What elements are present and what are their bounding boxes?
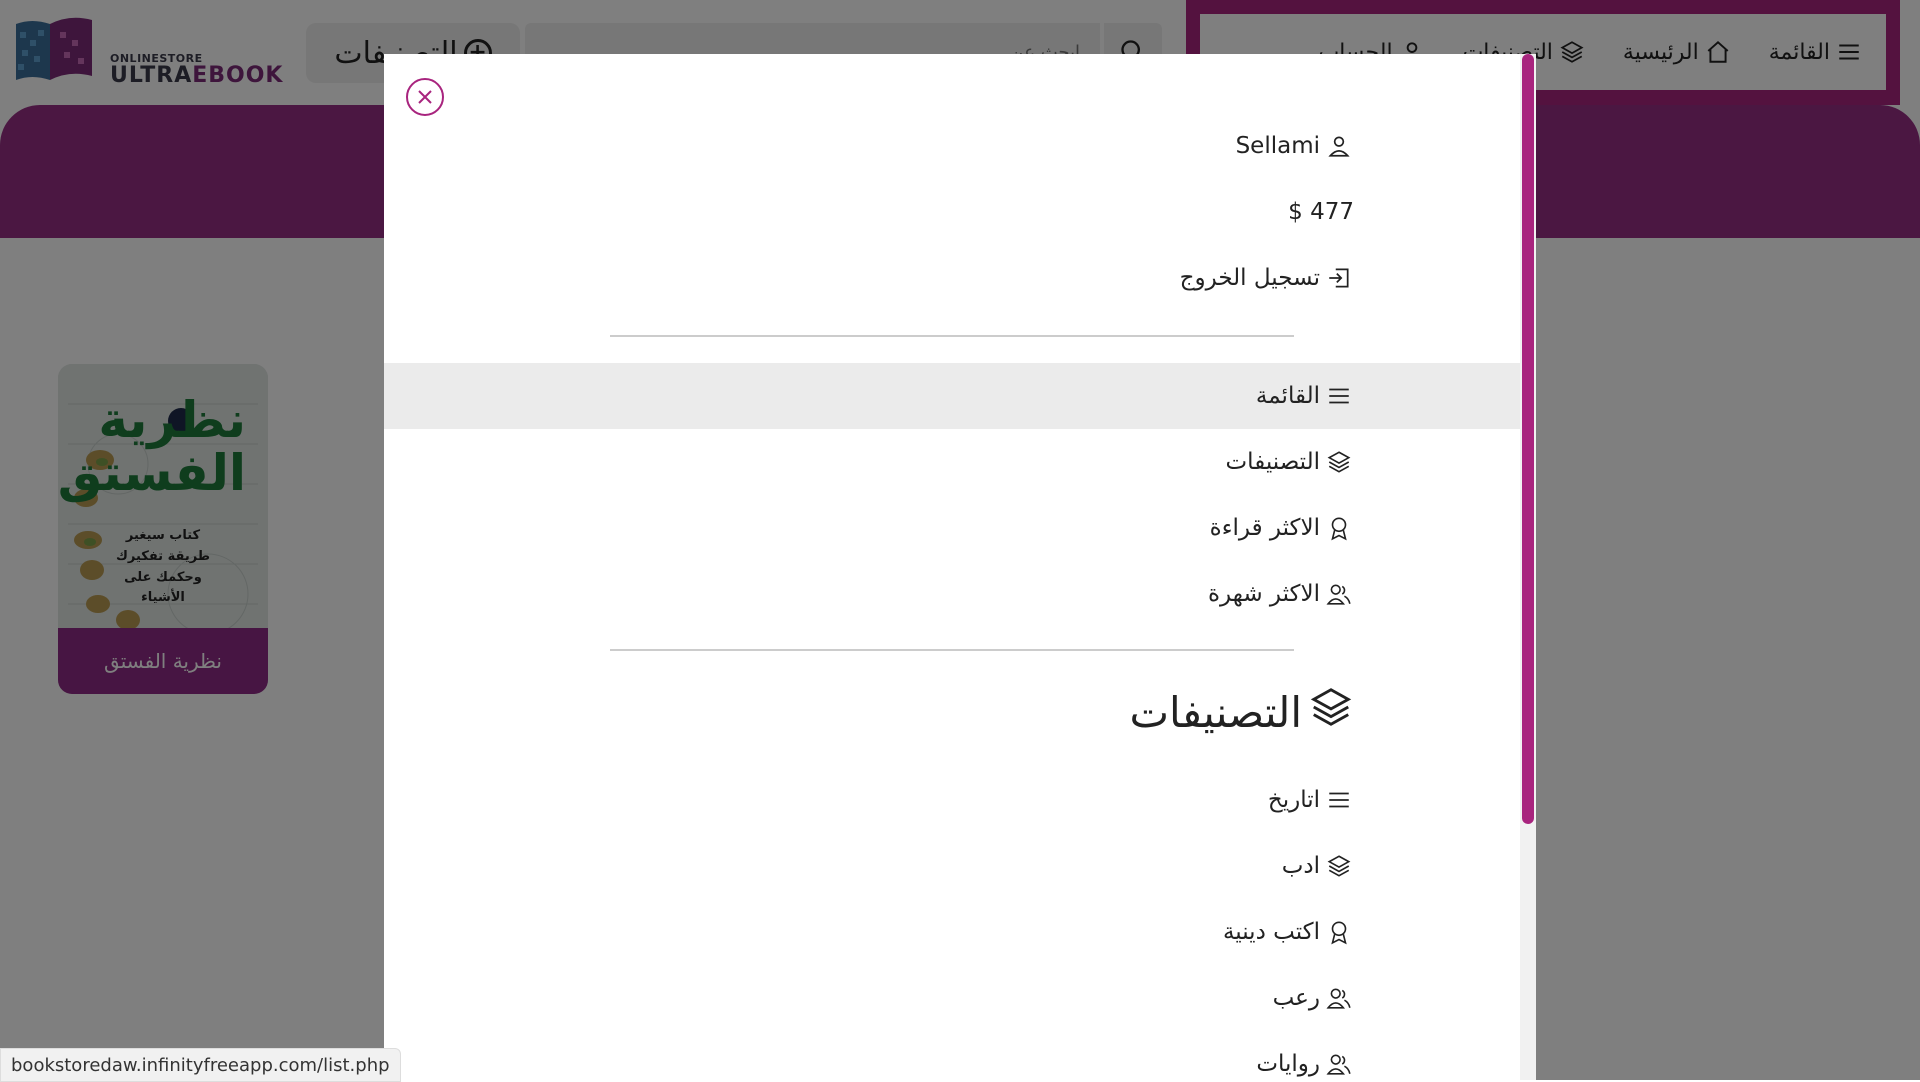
category-item[interactable]: روايات [1256,1044,1354,1080]
page: ONLINESTORE ULTRAEBOOK + التصنيفات القائ… [0,0,1920,1082]
category-label: رعب [1272,985,1320,1011]
category-item[interactable]: اتاريخ [1268,780,1354,820]
status-bar-url: bookstoredaw.infinityfreeapp.com/list.ph… [0,1048,401,1082]
award-icon [1324,917,1354,947]
category-item[interactable]: ادب [1282,846,1354,886]
award-icon [1324,513,1354,543]
user-name-row[interactable]: Sellami [1236,126,1354,166]
menu-link-label: القائمة [1255,383,1320,409]
category-label: اكتب دينية [1222,919,1320,945]
users-icon [1324,1049,1354,1079]
menu-link-categories[interactable]: التصنيفات [1226,442,1354,482]
category-label: روايات [1256,1051,1320,1077]
menu-link-most-read[interactable]: الاكثر قراءة [1210,508,1354,548]
menu-link-label: الاكثر شهرة [1207,581,1320,607]
menu-link-label: الاكثر قراءة [1209,515,1320,541]
categories-section-title: التصنيفات [1130,684,1355,740]
section-title-label: التصنيفات [1129,687,1303,737]
category-label: ادب [1281,853,1320,879]
users-icon [1324,983,1354,1013]
menu-link-list[interactable]: القائمة [1256,376,1354,416]
logout-link[interactable]: تسجيل الخروج [1180,258,1354,298]
logout-icon [1324,263,1354,293]
close-icon [418,90,432,104]
menu-link-label: التصنيفات [1225,449,1320,475]
user-icon [1324,131,1354,161]
category-item[interactable]: رعب [1273,978,1354,1018]
modal-scrollbar-thumb[interactable] [1522,54,1534,824]
menu-icon [1324,381,1354,411]
layers-icon [1324,851,1354,881]
users-icon [1324,579,1354,609]
category-item[interactable]: اكتب دينية [1223,912,1354,952]
category-label: اتاريخ [1267,787,1320,813]
user-name: Sellami [1235,133,1320,159]
close-button[interactable] [406,78,444,116]
user-balance: 477 $ [1288,199,1354,225]
balance-row: 477 $ [1288,192,1354,232]
menu-divider [610,649,1294,651]
side-menu-modal: Sellami 477 $ تسجيل الخروج القائمة التصن… [384,54,1536,1080]
menu-divider [610,335,1294,337]
layers-icon [1308,684,1354,740]
menu-icon [1324,785,1354,815]
layers-icon [1324,447,1354,477]
menu-link-most-popular[interactable]: الاكثر شهرة [1208,574,1354,614]
logout-label: تسجيل الخروج [1179,265,1320,291]
